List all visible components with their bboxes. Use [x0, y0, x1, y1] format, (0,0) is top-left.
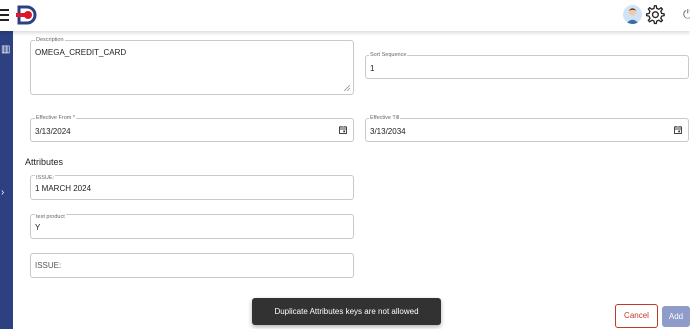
user-avatar-icon[interactable]: [623, 5, 642, 24]
cancel-button[interactable]: Cancel: [615, 304, 658, 328]
report-icon[interactable]: ▥: [1, 45, 10, 55]
effective-from-label: Effective From *: [35, 115, 77, 121]
gear-icon[interactable]: [644, 4, 665, 25]
effective-from-value: 3/13/2024: [35, 127, 71, 136]
sidebar: ▥ ›: [0, 31, 13, 329]
effective-till-value: 3/13/2034: [370, 127, 406, 136]
description-field[interactable]: Description OMEGA_CREDIT_CARD: [30, 37, 354, 95]
chevron-right-icon[interactable]: ›: [1, 188, 4, 198]
effective-till-label: Effective Till: [369, 115, 401, 121]
sort-sequence-label: Sort Sequence: [369, 52, 408, 58]
attribute-label: ISSUE:: [35, 175, 56, 181]
description-value: OMEGA_CREDIT_CARD: [35, 48, 127, 57]
attribute-placeholder: ISSUE:: [35, 261, 62, 270]
calendar-icon[interactable]: [674, 126, 682, 134]
error-snackbar: Duplicate Attributes keys are not allowe…: [252, 298, 441, 325]
effective-till-field[interactable]: Effective Till 3/13/2034: [365, 115, 689, 142]
effective-from-field[interactable]: Effective From * 3/13/2024: [30, 115, 354, 142]
calendar-icon[interactable]: [339, 126, 347, 134]
top-app-bar: ⏻: [0, 0, 690, 31]
attribute-new-key-field[interactable]: ISSUE:: [30, 253, 354, 278]
description-label: Description: [35, 37, 65, 43]
sort-sequence-value: 1: [370, 64, 375, 73]
sort-sequence-field[interactable]: Sort Sequence 1: [365, 52, 689, 79]
add-button[interactable]: Add: [662, 306, 690, 327]
attribute-test-product-field[interactable]: test product Y: [30, 214, 354, 239]
attributes-heading: Attributes: [25, 157, 64, 167]
hamburger-icon[interactable]: [0, 9, 9, 21]
attribute-label: test product: [35, 214, 66, 220]
attribute-value: 1 MARCH 2024: [35, 184, 92, 193]
attribute-value: Y: [35, 223, 41, 232]
attribute-issue-field[interactable]: ISSUE: 1 MARCH 2024: [30, 175, 354, 200]
brand-logo-icon[interactable]: [15, 3, 39, 27]
resize-handle-icon[interactable]: [344, 85, 350, 91]
power-icon[interactable]: ⏻: [683, 7, 690, 22]
